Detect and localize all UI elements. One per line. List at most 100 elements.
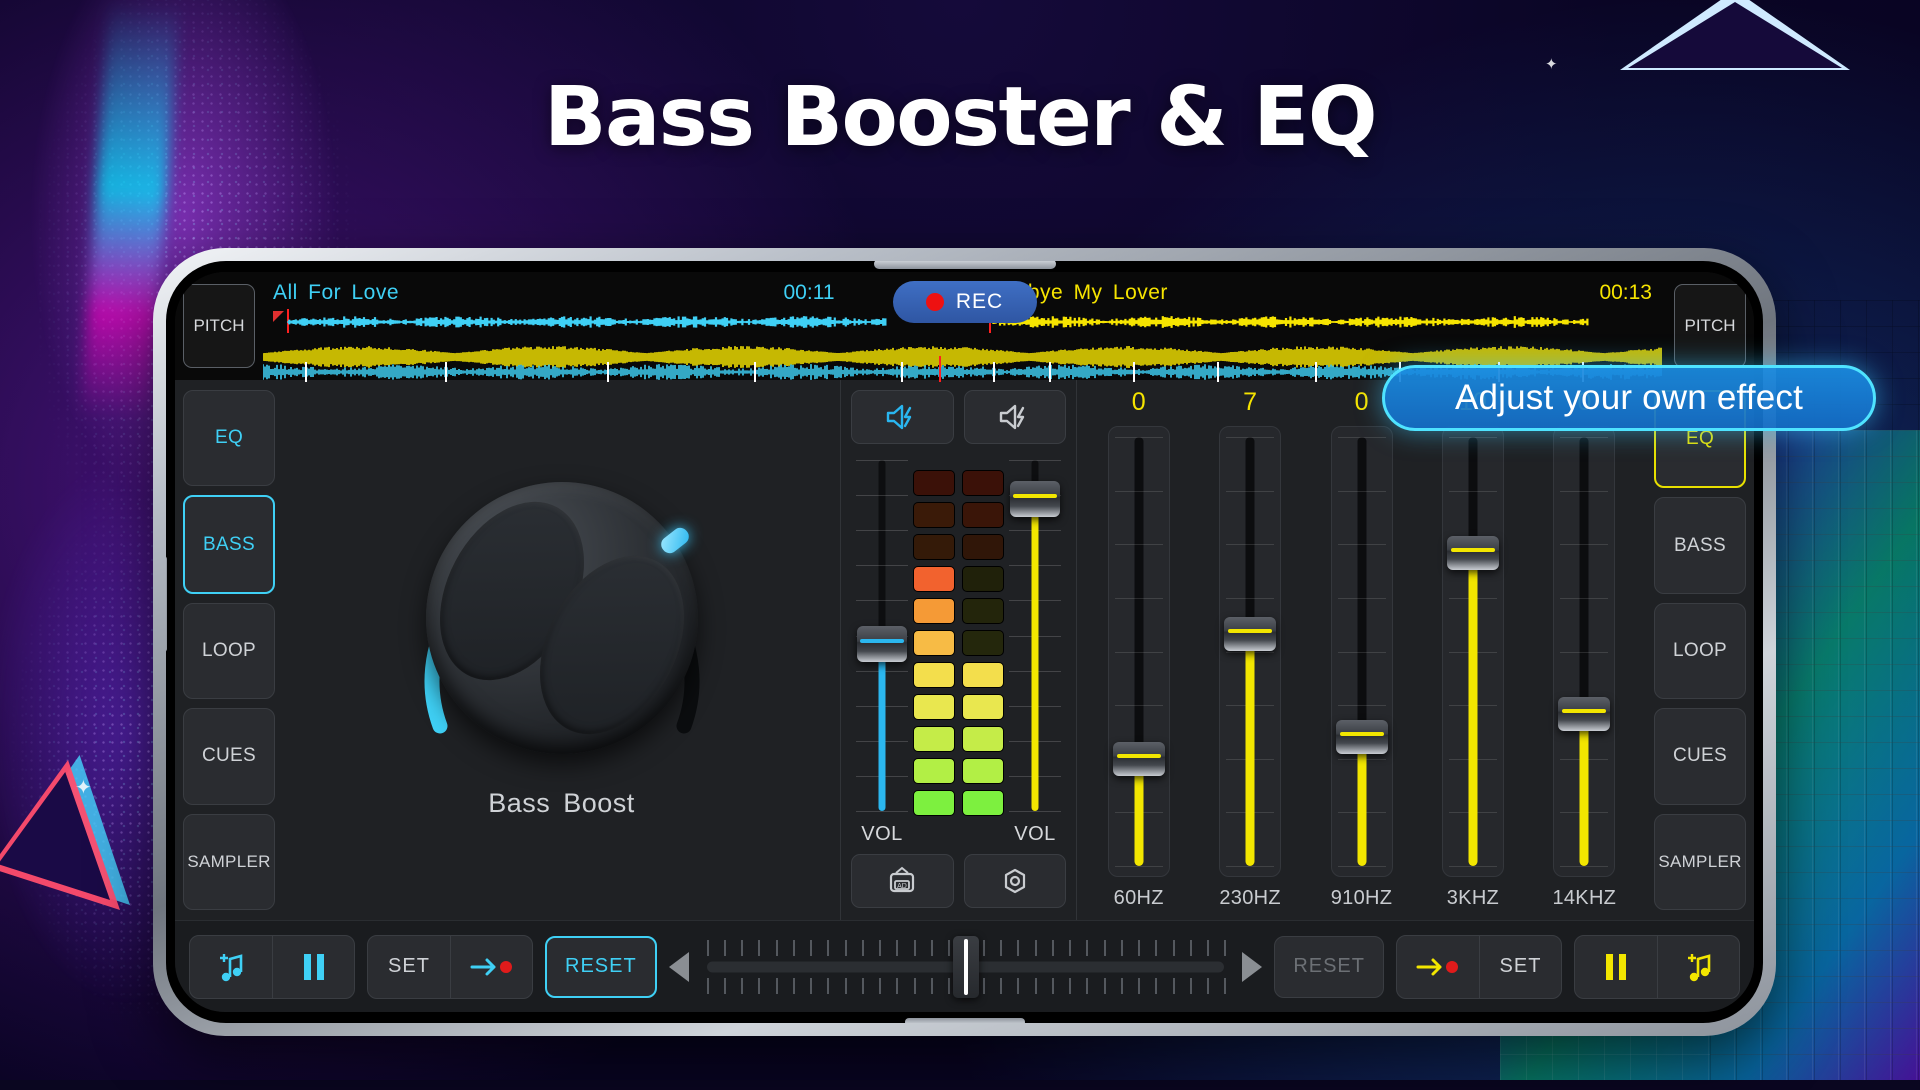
deck-left-mini-waveform[interactable] <box>273 309 955 335</box>
eq-band-60hz: 0 60HZ <box>1083 388 1194 910</box>
add-music-right-button[interactable] <box>1657 935 1739 998</box>
pitch-button-right[interactable]: PITCH <box>1674 284 1746 368</box>
sidebar-item-cues-left[interactable]: CUES <box>183 708 275 805</box>
meter-segment <box>962 502 1004 528</box>
eq-slider-910hz[interactable] <box>1330 426 1393 877</box>
eq-thumb[interactable] <box>1335 719 1388 754</box>
beat-tick <box>305 362 308 382</box>
eq-value-230hz: 7 <box>1243 388 1258 416</box>
pause-right-button[interactable] <box>1575 936 1657 998</box>
triangle-left-icon[interactable] <box>668 951 689 982</box>
waveform-topbar: PITCH All For Love 00:11 Goodbye My Love… <box>175 272 1754 382</box>
deck-right-mini-waveform[interactable] <box>974 309 1657 335</box>
pause-left-button[interactable] <box>272 935 354 998</box>
phone-bottom-accent <box>904 1018 1025 1023</box>
arrow-record-icon <box>470 958 512 975</box>
volume-left-fader[interactable] <box>853 456 911 817</box>
deck-waveforms: All For Love 00:11 Goodbye My Lover 00:1… <box>263 272 1666 382</box>
speaker-boost-right-button[interactable] <box>963 390 1066 444</box>
sidebar-item-eq-left[interactable]: EQ <box>183 390 275 487</box>
main-body: EQ BASS LOOP CUES SAMPLER Bass Boost VOL… <box>175 380 1754 920</box>
fader-fill-right <box>1031 499 1039 811</box>
crossfader[interactable] <box>706 935 1227 998</box>
eq-freq-label: 3KHZ <box>1446 887 1500 909</box>
left-transport-group <box>189 934 355 999</box>
arrow-record-icon <box>1416 958 1458 975</box>
sidebar-item-loop-right[interactable]: LOOP <box>1654 602 1746 700</box>
deck-right-time: 00:13 <box>1599 281 1652 304</box>
left-reset-button[interactable]: RESET <box>545 935 657 998</box>
eq-band-230hz: 7 230HZ <box>1194 388 1305 910</box>
speaker-boost-icon <box>999 404 1024 430</box>
speaker-boost-left-button[interactable] <box>851 390 954 444</box>
meter-segment <box>913 502 955 528</box>
meter-segment <box>913 534 955 560</box>
record-dot-icon <box>925 293 944 311</box>
meter-segment <box>913 758 955 784</box>
fader-thumb-line <box>1013 494 1057 499</box>
meter-segment <box>962 598 1004 624</box>
meter-segment <box>962 566 1004 592</box>
eq-thumb[interactable] <box>1224 616 1277 651</box>
pitch-button-left[interactable]: PITCH <box>183 284 255 368</box>
phone-side-button[interactable] <box>166 556 167 652</box>
eq-slider-14khz[interactable] <box>1553 426 1616 877</box>
right-sidebar: EQ BASS LOOP CUES SAMPLER <box>1646 380 1754 920</box>
sidebar-item-bass-left[interactable]: BASS <box>183 495 275 594</box>
fader-thumb-left[interactable] <box>857 625 907 662</box>
record-button[interactable]: REC <box>892 281 1037 323</box>
right-set-button[interactable]: SET <box>1479 935 1561 998</box>
right-reset-button[interactable]: RESET <box>1274 935 1384 998</box>
left-set-button[interactable]: SET <box>368 936 450 998</box>
eq-slider-3khz[interactable] <box>1441 426 1504 877</box>
left-cue-group: SET <box>367 934 533 999</box>
beat-tick <box>992 362 995 382</box>
volume-top-buttons <box>851 390 1066 444</box>
sidebar-item-bass-right[interactable]: BASS <box>1654 497 1746 594</box>
eq-thumb[interactable] <box>1112 742 1165 777</box>
eq-freq-label: 60HZ <box>1113 887 1164 909</box>
eq-freq-label: 910HZ <box>1330 887 1393 909</box>
volume-right-fader[interactable] <box>1006 456 1064 817</box>
right-transport-group <box>1574 934 1740 999</box>
right-cue-record-button[interactable] <box>1397 936 1479 998</box>
sidebar-item-sampler-left[interactable]: SAMPLER <box>183 813 275 911</box>
beat-tick <box>1048 362 1051 382</box>
left-sidebar: EQ BASS LOOP CUES SAMPLER <box>175 380 283 920</box>
record-label: REC <box>955 290 1004 313</box>
sidebar-item-cues-right[interactable]: CUES <box>1654 708 1746 805</box>
beat-tick <box>1315 362 1318 382</box>
add-music-left-button[interactable] <box>190 936 272 998</box>
meter-segment <box>962 662 1004 688</box>
phone-earpiece <box>873 261 1056 269</box>
fader-thumb-line <box>860 638 904 643</box>
crossfader-thumb[interactable] <box>952 935 979 998</box>
beat-tick <box>606 362 609 382</box>
deck-right-title: Goodbye My Lover <box>974 281 1168 304</box>
pause-icon <box>1606 953 1626 980</box>
left-cue-record-button[interactable] <box>450 935 532 998</box>
meter-segment <box>913 726 955 752</box>
sidebar-item-sampler-right[interactable]: SAMPLER <box>1654 813 1746 911</box>
eq-thumb[interactable] <box>1446 535 1499 570</box>
sidebar-item-loop-left[interactable]: LOOP <box>183 602 275 700</box>
ad-banner-button[interactable]: AD <box>851 854 954 908</box>
eq-slider-230hz[interactable] <box>1219 426 1282 877</box>
sparkle-icon: ✦ <box>75 777 92 799</box>
eq-fill <box>1357 736 1367 866</box>
settings-gear-icon <box>1004 868 1025 894</box>
settings-button[interactable] <box>963 854 1066 908</box>
bass-boost-knob[interactable] <box>382 468 742 768</box>
eq-fill <box>1468 552 1478 866</box>
right-cue-group: SET <box>1396 934 1562 999</box>
bass-boost-panel: Bass Boost <box>283 380 841 920</box>
page-title: Bass Booster & EQ <box>543 70 1378 165</box>
meter-segment <box>913 566 955 592</box>
meter-segment <box>913 694 955 720</box>
equalizer-panel: 0 60HZ 7 230HZ 0 910HZ 103KHZ014KHZ <box>1077 380 1646 920</box>
fader-thumb-right[interactable] <box>1010 481 1060 518</box>
eq-slider-60hz[interactable] <box>1107 426 1170 877</box>
triangle-right-icon[interactable] <box>1242 951 1263 982</box>
eq-thumb[interactable] <box>1558 697 1611 732</box>
level-meter-right <box>962 470 1004 816</box>
